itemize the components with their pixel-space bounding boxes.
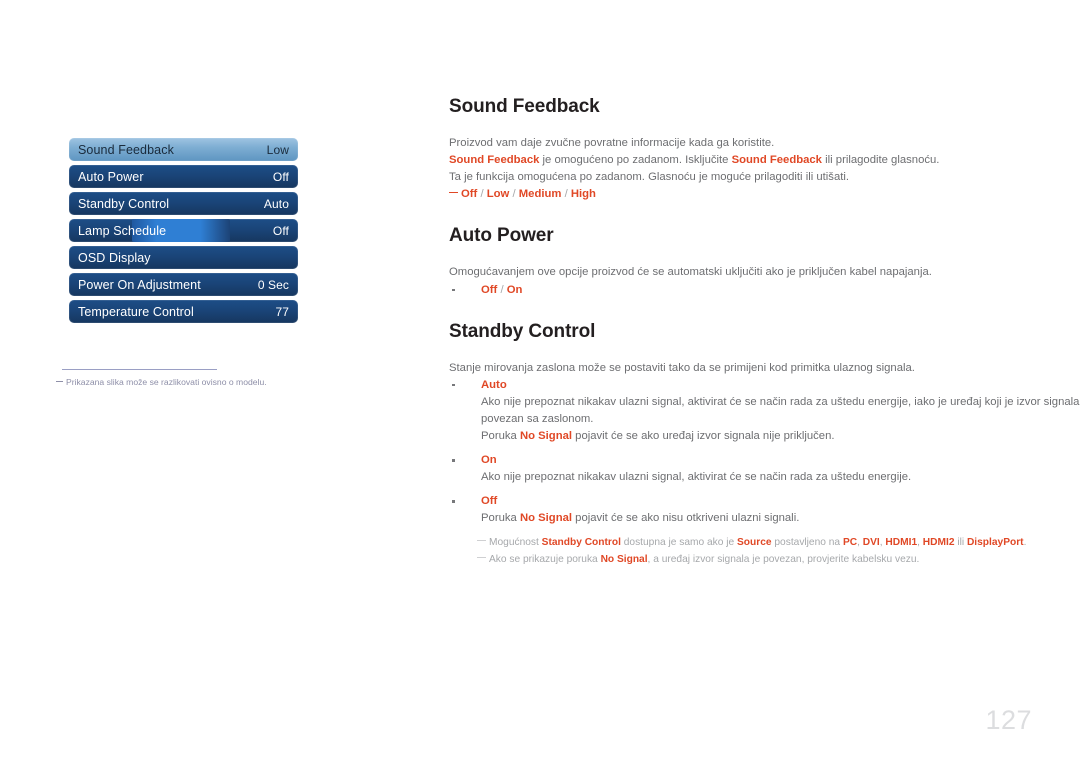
dash-icon xyxy=(477,556,486,558)
osd-row-value: Off xyxy=(272,169,289,184)
osd-row-label: OSD Display xyxy=(78,250,151,265)
osd-row-value: Auto xyxy=(263,196,289,211)
term-no-signal: No Signal xyxy=(519,429,573,442)
text-fragment: dostupna je samo ako je xyxy=(620,537,738,549)
option-on: On xyxy=(481,454,497,467)
note-standby-availability: Mogućnost Standby Control dostupna je sa… xyxy=(449,535,1034,552)
note-standby-cable: Ako se prikazuje poruka No Signal, a ure… xyxy=(449,552,1034,569)
osd-menu-mockup: Sound Feedback Low Auto Power Off Standb… xyxy=(69,138,298,327)
text-standby-auto-line1: Ako nije prepoznat nikakav ulazni signal… xyxy=(481,395,1080,408)
paragraph-standby-control-1: Stanje mirovanja zaslona može se postavi… xyxy=(449,361,915,374)
osd-row-value: 77 xyxy=(275,304,289,319)
text-fragment: Mogućnost xyxy=(489,537,542,549)
text-standby-off-line1: Poruka No Signal pojavit će se ako nisu … xyxy=(449,510,1034,527)
page-number: 127 xyxy=(985,705,1032,735)
bullet-auto-power-options: Off / On xyxy=(449,282,1034,299)
term-standby-control: Standby Control xyxy=(541,537,621,549)
text-standby-auto-line3: Poruka No Signal pojavit će se ako uređa… xyxy=(449,428,1034,445)
osd-row-auto-power[interactable]: Auto Power Off xyxy=(69,165,298,188)
text-fragment: . xyxy=(1023,537,1027,549)
term-sound-feedback: Sound Feedback xyxy=(731,154,822,167)
term-pc: PC xyxy=(842,537,858,549)
osd-row-label: Temperature Control xyxy=(78,304,194,319)
options-sound-feedback: Off / Low / Medium / High xyxy=(449,186,1034,203)
osd-row-label: Sound Feedback xyxy=(78,142,174,157)
option-on: On xyxy=(506,283,523,296)
osd-row-value: Low xyxy=(266,142,289,157)
osd-row-label: Lamp Schedule xyxy=(78,223,167,238)
option-off: Off xyxy=(461,188,478,201)
paragraph-sound-feedback-3: Ta je funkcija omogućena po zadanom. Gla… xyxy=(449,171,850,184)
text-fragment: postavljeno na xyxy=(771,537,843,549)
osd-row-value: 0 Sec xyxy=(257,277,289,292)
text-fragment: Poruka xyxy=(481,512,520,525)
osd-row-osd-display[interactable]: OSD Display xyxy=(69,246,298,269)
term-dvi: DVI xyxy=(862,537,880,549)
dash-icon xyxy=(56,381,63,382)
option-low: Low xyxy=(486,188,510,201)
text-fragment: Poruka xyxy=(481,429,520,442)
text-fragment: , a uređaj izvor signala je povezan, pro… xyxy=(647,553,920,565)
text-fragment: pojavit će se ako nisu otkriveni ulazni … xyxy=(572,512,800,525)
osd-footnote-text: Prikazana slika može se razlikovati ovis… xyxy=(66,377,267,387)
paragraph-sound-feedback-1: Proizvod vam daje zvučne povratne inform… xyxy=(449,137,775,149)
term-hdmi1: HDMI1 xyxy=(885,537,918,549)
bullet-standby-auto: Auto xyxy=(449,377,1034,394)
text-fragment: je omogućeno po zadanom. Isključite xyxy=(539,154,732,167)
bullet-standby-off: Off xyxy=(449,493,1034,510)
osd-row-temperature-control[interactable]: Temperature Control 77 xyxy=(69,300,298,323)
term-no-signal: No Signal xyxy=(519,512,573,525)
text-standby-on-line1: Ako nije prepoznat nikakav ulazni signal… xyxy=(481,471,912,483)
osd-row-sound-feedback[interactable]: Sound Feedback Low xyxy=(69,138,298,161)
term-sound-feedback: Sound Feedback xyxy=(449,154,540,167)
osd-footnote: Prikazana slika može se razlikovati ovis… xyxy=(56,377,316,387)
heading-sound-feedback: Sound Feedback xyxy=(449,96,600,117)
heading-standby-control: Standby Control xyxy=(449,320,596,342)
bullet-standby-on: On xyxy=(449,452,1034,469)
term-displayport: DisplayPort xyxy=(966,537,1024,549)
option-medium: Medium xyxy=(518,188,562,201)
term-hdmi2: HDMI2 xyxy=(922,537,955,549)
document-content: Sound Feedback Proizvod vam daje zvučne … xyxy=(449,96,1080,569)
osd-row-label: Auto Power xyxy=(78,169,144,184)
osd-row-label: Power On Adjustment xyxy=(78,277,201,292)
dash-icon xyxy=(449,192,458,194)
text-standby-auto-line2: povezan sa zaslonom. xyxy=(481,412,594,425)
paragraph-sound-feedback-2: Sound Feedback je omogućeno po zadanom. … xyxy=(449,152,1034,169)
term-no-signal: No Signal xyxy=(600,553,648,565)
option-high: High xyxy=(570,188,596,201)
term-source: Source xyxy=(737,537,772,549)
text-fragment: pojavit će se ako uređaj izvor signala n… xyxy=(572,429,835,442)
dash-icon xyxy=(477,540,486,542)
osd-row-lamp-schedule[interactable]: Lamp Schedule Off xyxy=(69,219,298,242)
paragraph-auto-power-1: Omogućavanjem ove opcije proizvod će se … xyxy=(449,266,932,279)
text-fragment: ili prilagodite glasnoću. xyxy=(821,154,940,167)
osd-row-value: Off xyxy=(272,223,289,238)
option-auto: Auto xyxy=(481,378,507,391)
heading-auto-power: Auto Power xyxy=(449,225,554,247)
text-fragment: ili xyxy=(954,537,967,549)
osd-row-standby-control[interactable]: Standby Control Auto xyxy=(69,192,298,215)
option-off: Off xyxy=(481,495,498,508)
text-fragment: Ako se prikazuje poruka xyxy=(489,553,601,565)
footnote-divider xyxy=(62,369,217,370)
osd-row-power-on-adjustment[interactable]: Power On Adjustment 0 Sec xyxy=(69,273,298,296)
osd-row-label: Standby Control xyxy=(78,196,170,211)
option-off: Off xyxy=(481,283,498,296)
